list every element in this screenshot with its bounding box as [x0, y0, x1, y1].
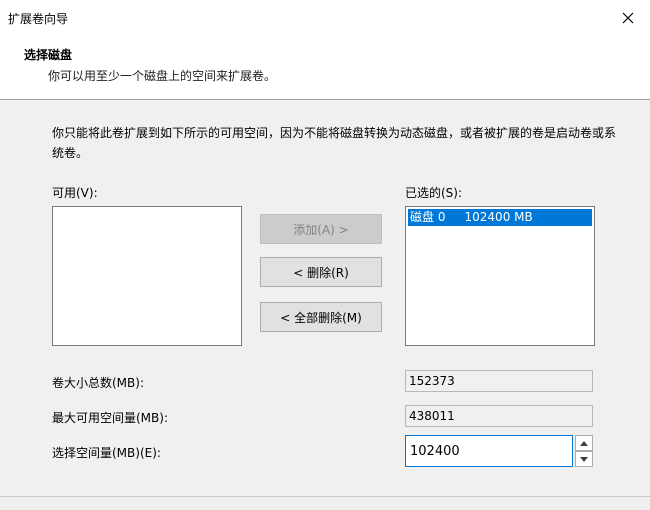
select-space-label: 选择空间量(MB)(E):: [52, 446, 161, 460]
total-size-label: 卷大小总数(MB):: [52, 376, 144, 390]
available-label: 可用(V):: [52, 186, 98, 200]
footer-area: [0, 497, 650, 510]
selected-label: 已选的(S):: [405, 186, 463, 200]
max-space-value: 438011: [405, 405, 593, 427]
spin-down-icon: [580, 456, 588, 462]
spin-up-button[interactable]: [575, 435, 593, 451]
title-bar: 扩展卷向导: [0, 0, 650, 36]
close-icon: [622, 12, 634, 24]
close-button[interactable]: [612, 4, 644, 32]
total-size-value: 152373: [405, 370, 593, 392]
list-item[interactable]: 磁盘 0 102400 MB: [408, 209, 592, 226]
description-text: 你只能将此卷扩展到如下所示的可用空间，因为不能将磁盘转换为动态磁盘，或者被扩展的…: [52, 126, 617, 160]
remove-button[interactable]: < 删除(R): [260, 257, 382, 287]
wizard-header: 选择磁盘 你可以用至少一个磁盘上的空间来扩展卷。: [0, 36, 650, 100]
available-listbox[interactable]: [52, 206, 242, 346]
spin-down-button[interactable]: [575, 451, 593, 467]
page-subtitle: 你可以用至少一个磁盘上的空间来扩展卷。: [48, 69, 277, 83]
spin-up-icon: [580, 440, 588, 446]
add-button[interactable]: 添加(A) >: [260, 214, 382, 244]
max-space-label: 最大可用空间量(MB):: [52, 411, 168, 425]
selected-listbox[interactable]: 磁盘 0 102400 MB: [405, 206, 595, 346]
window-title: 扩展卷向导: [8, 12, 69, 26]
page-title: 选择磁盘: [24, 48, 73, 62]
remove-all-button[interactable]: < 全部删除(M): [260, 302, 382, 332]
select-space-input[interactable]: [405, 435, 573, 467]
